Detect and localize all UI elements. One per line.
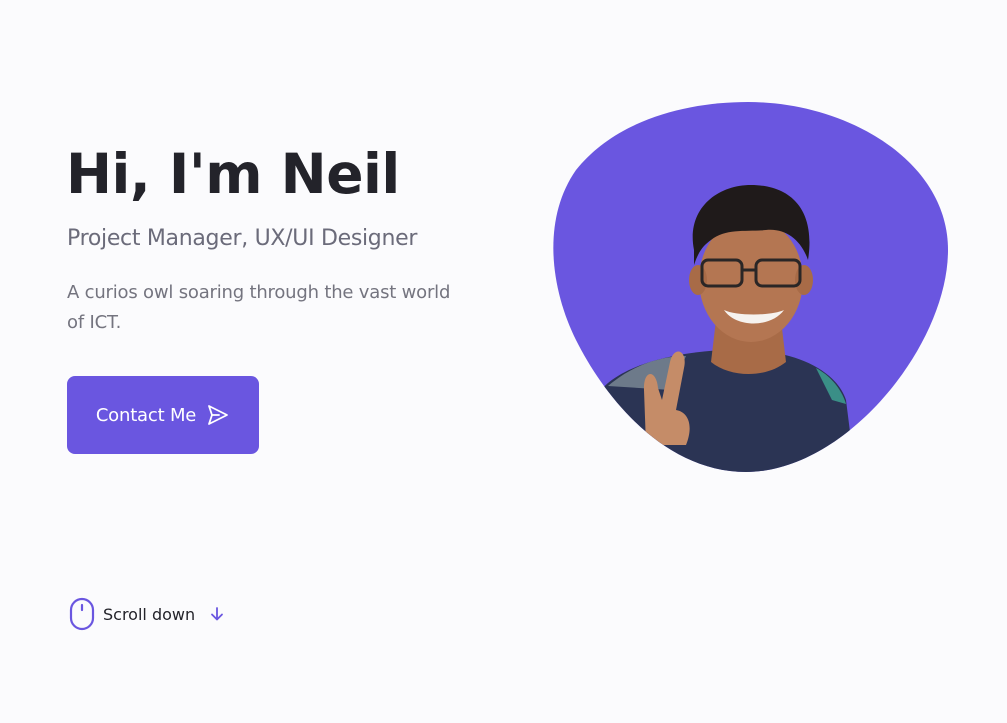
- contact-me-label: Contact Me: [95, 404, 197, 426]
- hero-description: A curios owl soaring through the vast wo…: [67, 282, 451, 333]
- profile-photo-blob: [546, 100, 950, 478]
- send-icon: [206, 403, 230, 427]
- mouse-icon: [68, 597, 96, 631]
- contact-me-button[interactable]: Contact Me: [67, 376, 259, 454]
- hero-subtitle: Project Manager, UX/UI Designer: [67, 226, 418, 251]
- hero-title: Hi, I'm Neil: [66, 142, 400, 206]
- scroll-down-label: Scroll down: [103, 604, 196, 624]
- home-page: Hi, I'm Neil Project Manager, UX/UI Desi…: [0, 0, 1007, 723]
- arrow-down-icon: [208, 605, 226, 623]
- scroll-down-link[interactable]: Scroll down: [68, 597, 226, 631]
